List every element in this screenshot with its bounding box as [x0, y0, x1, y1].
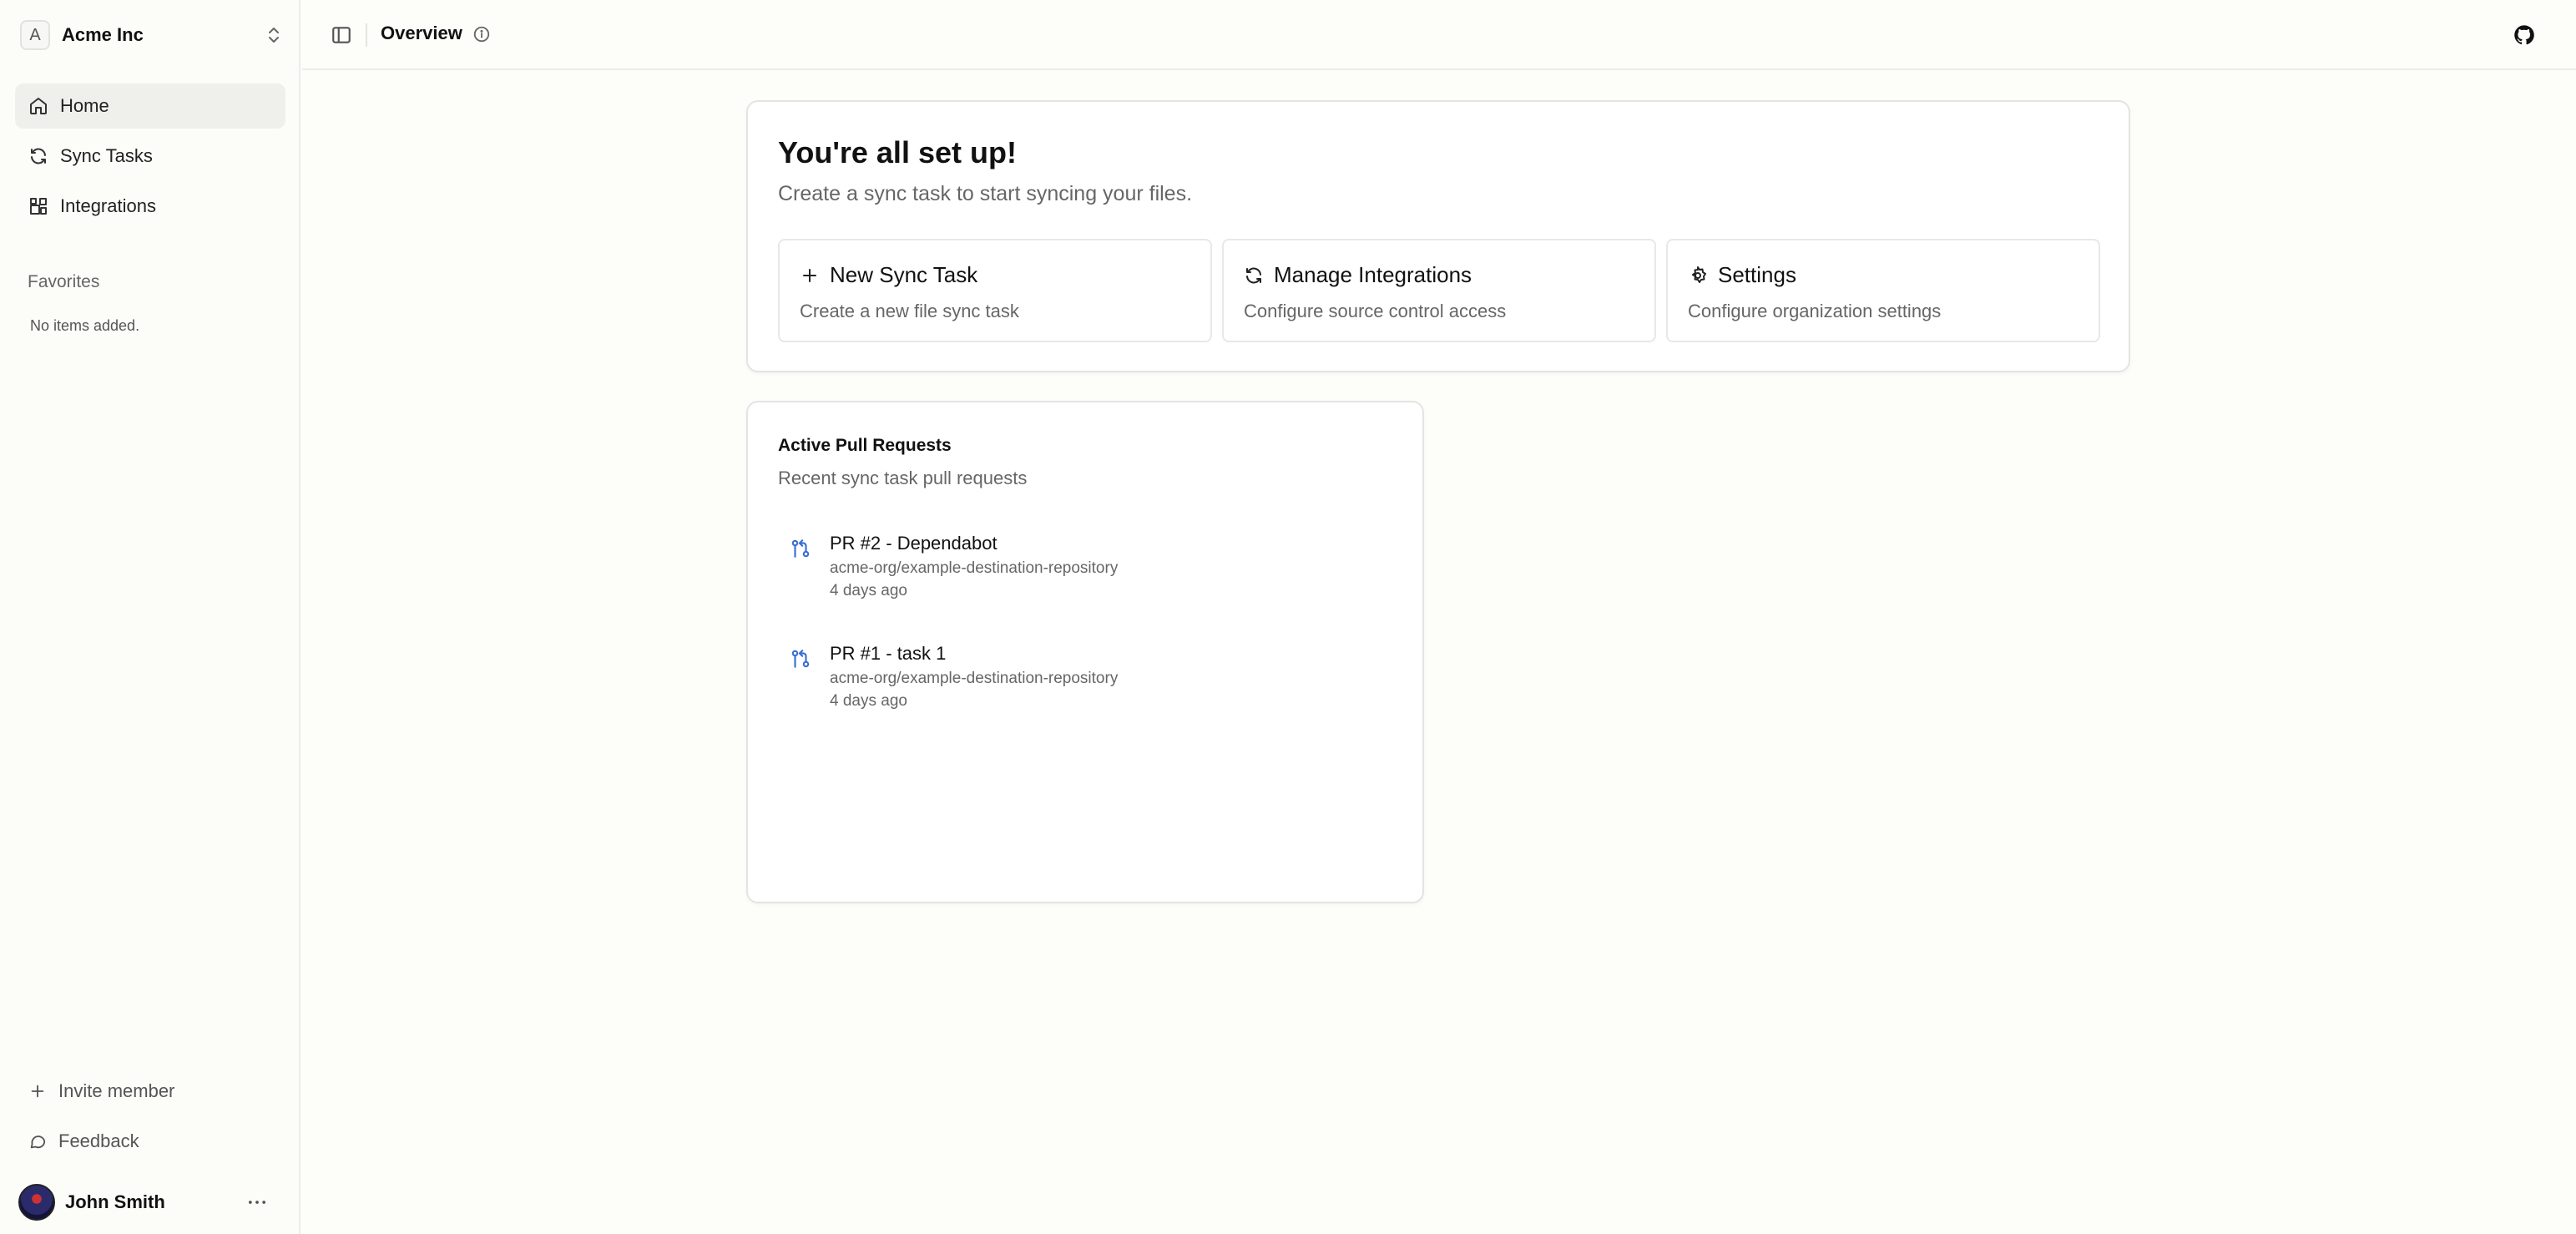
sidebar-item-label: Home — [60, 95, 109, 116]
plus-icon — [803, 268, 816, 282]
git-pull-request-icon — [791, 650, 810, 668]
pr-repo: acme-org/example-destination-repository — [830, 559, 1119, 577]
sidebar-item-sync-tasks[interactable]: Sync Tasks — [15, 134, 285, 179]
sidebar-toggle-icon[interactable] — [331, 24, 352, 46]
sidebar-item-label: Sync Tasks — [60, 145, 153, 166]
new-sync-task-button[interactable]: New Sync Task Create a new file sync tas… — [778, 239, 1212, 342]
org-switcher[interactable]: A Acme Inc — [20, 18, 284, 52]
org-avatar: A — [20, 20, 50, 50]
pr-time: 4 days ago — [830, 582, 907, 599]
gear-icon — [1692, 266, 1706, 283]
setup-title: You're all set up! — [778, 135, 1017, 169]
list-item[interactable]: PR #1 - task 1 acme-org/example-destinat… — [790, 643, 1374, 718]
invite-member-button[interactable]: Invite member — [28, 1080, 174, 1102]
favorites-empty: No items added. — [30, 317, 140, 334]
refresh-icon — [1246, 267, 1261, 283]
user-menu[interactable]: John Smith — [18, 1184, 269, 1221]
pr-title: PR #2 - Dependabot — [830, 533, 998, 554]
sidebar-nav: Home Sync Tasks Integrations — [15, 83, 285, 234]
avatar — [18, 1184, 55, 1221]
pr-time: 4 days ago — [830, 692, 907, 710]
invite-member-label: Invite member — [58, 1080, 175, 1101]
plus-icon — [31, 1085, 44, 1098]
more-horizontal-icon[interactable] — [245, 1191, 269, 1214]
feedback-label: Feedback — [58, 1130, 139, 1151]
sidebar-item-label: Integrations — [60, 195, 156, 216]
pull-requests-title: Active Pull Requests — [778, 436, 952, 455]
chevron-up-down-icon — [269, 28, 279, 43]
blocks-icon — [30, 198, 47, 215]
pull-requests-card: Active Pull Requests Recent sync task pu… — [746, 401, 1424, 903]
setup-subtitle: Create a sync task to start syncing your… — [778, 182, 1193, 205]
info-icon[interactable] — [472, 25, 491, 43]
sidebar-item-integrations[interactable]: Integrations — [15, 184, 285, 229]
pull-requests-subtitle: Recent sync task pull requests — [778, 468, 1028, 488]
action-description: Configure source control access — [1244, 301, 1507, 321]
page-title: Overview — [381, 23, 462, 43]
user-name: John Smith — [65, 1191, 165, 1212]
list-item[interactable]: PR #2 - Dependabot acme-org/example-dest… — [790, 533, 1374, 608]
action-title: New Sync Task — [830, 262, 978, 287]
pr-repo: acme-org/example-destination-repository — [830, 670, 1119, 687]
sidebar: A Acme Inc Home Sync Tasks Integrations … — [0, 0, 301, 1234]
top-header: Overview — [302, 0, 2576, 70]
header-divider — [366, 23, 367, 47]
git-pull-request-icon — [791, 539, 810, 558]
action-title: Manage Integrations — [1274, 262, 1472, 287]
pr-title: PR #1 - task 1 — [830, 643, 947, 664]
org-name: Acme Inc — [62, 24, 144, 45]
action-title: Settings — [1718, 262, 1796, 287]
action-description: Create a new file sync task — [800, 301, 1019, 321]
github-icon[interactable] — [2513, 23, 2536, 47]
action-description: Configure organization settings — [1688, 301, 1942, 321]
home-icon — [30, 98, 47, 114]
manage-integrations-button[interactable]: Manage Integrations Configure source con… — [1222, 239, 1656, 342]
chat-bubble-icon — [30, 1135, 46, 1149]
favorites-title: Favorites — [28, 272, 100, 291]
feedback-button[interactable]: Feedback — [28, 1130, 139, 1152]
settings-button[interactable]: Settings Configure organization settings — [1666, 239, 2100, 342]
refresh-icon — [31, 148, 46, 164]
setup-card: You're all set up! Create a sync task to… — [746, 100, 2130, 372]
sidebar-item-home[interactable]: Home — [15, 83, 285, 129]
